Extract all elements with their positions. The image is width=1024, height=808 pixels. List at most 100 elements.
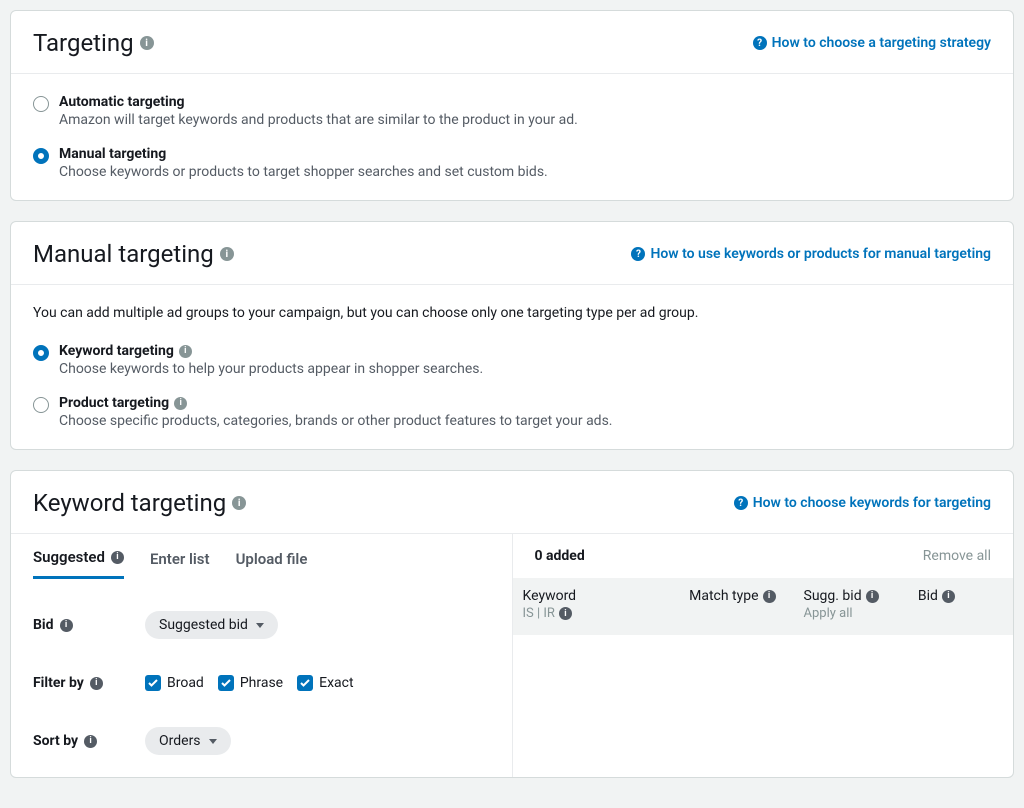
filter-broad-label: Broad: [167, 675, 204, 691]
targeting-title: Targeting i: [33, 29, 154, 57]
checkbox-checked[interactable]: [145, 675, 161, 691]
info-icon[interactable]: i: [179, 345, 192, 358]
col-bid: Bid i: [918, 588, 991, 621]
bid-select[interactable]: Suggested bid: [145, 611, 278, 639]
radio-unselected[interactable]: [33, 397, 49, 413]
keyword-option-desc: Choose keywords to help your products ap…: [59, 361, 991, 377]
keyword-help-link[interactable]: ? How to choose keywords for targeting: [734, 495, 991, 511]
product-targeting-option[interactable]: Product targeting i Choose specific prod…: [33, 395, 991, 429]
filter-phrase-checkbox[interactable]: Phrase: [218, 675, 283, 691]
help-icon: ?: [734, 496, 748, 510]
info-icon[interactable]: i: [90, 677, 103, 690]
tab-suggested[interactable]: Suggested i: [33, 548, 124, 579]
filter-exact-checkbox[interactable]: Exact: [297, 675, 353, 691]
manual-title: Manual targeting i: [33, 240, 234, 268]
manual-targeting-content: Manual targeting Choose keywords or prod…: [59, 146, 991, 180]
info-icon[interactable]: i: [140, 36, 154, 50]
product-option-label: Product targeting i: [59, 395, 991, 411]
bid-control: Suggested bid: [145, 611, 278, 639]
product-option-content: Product targeting i Choose specific prod…: [59, 395, 991, 429]
bid-label-text: Bid: [33, 617, 54, 633]
keyword-targeting-panel: Keyword targeting i ? How to choose keyw…: [10, 470, 1014, 778]
col-sugg: Sugg. bid i Apply all: [804, 588, 908, 621]
targeting-help-link[interactable]: ? How to choose a targeting strategy: [753, 35, 991, 51]
auto-targeting-label: Automatic targeting: [59, 94, 991, 110]
sort-select-value: Orders: [159, 733, 201, 749]
col-keyword-label: Keyword: [523, 588, 680, 604]
keyword-body: Suggested i Enter list Upload file Bid i…: [11, 533, 1013, 777]
sort-control: Orders: [145, 727, 231, 755]
targeting-body: Automatic targeting Amazon will target k…: [11, 74, 1013, 200]
added-table-head: Keyword IS | IR i Match type i Sugg. bid: [513, 578, 1014, 635]
product-option-label-text: Product targeting: [59, 395, 169, 411]
col-sugg-label: Sugg. bid i: [804, 588, 908, 604]
filter-label: Filter by i: [33, 675, 145, 691]
info-icon[interactable]: i: [111, 551, 124, 564]
col-bid-label-text: Bid: [918, 588, 938, 604]
keyword-right-pane: 0 added Remove all Keyword IS | IR i Mat…: [513, 534, 1014, 777]
radio-selected[interactable]: [33, 148, 49, 164]
sort-label-text: Sort by: [33, 733, 78, 749]
radio-unselected[interactable]: [33, 96, 49, 112]
filter-control: Broad Phrase Exact: [145, 675, 354, 691]
keyword-option-content: Keyword targeting i Choose keywords to h…: [59, 343, 991, 377]
filter-broad-checkbox[interactable]: Broad: [145, 675, 204, 691]
checkbox-checked[interactable]: [218, 675, 234, 691]
manual-title-text: Manual targeting: [33, 240, 214, 268]
remove-all-button[interactable]: Remove all: [923, 548, 991, 564]
keyword-tabs: Suggested i Enter list Upload file: [11, 534, 512, 579]
col-match-label-text: Match type: [689, 588, 758, 604]
help-icon: ?: [631, 247, 645, 261]
sort-label: Sort by i: [33, 733, 145, 749]
col-keyword: Keyword IS | IR i: [523, 588, 680, 621]
info-icon[interactable]: i: [763, 590, 776, 603]
keyword-help-text: How to choose keywords for targeting: [753, 495, 991, 511]
col-sugg-sub[interactable]: Apply all: [804, 606, 908, 621]
info-icon[interactable]: i: [84, 735, 97, 748]
radio-selected[interactable]: [33, 345, 49, 361]
auto-targeting-content: Automatic targeting Amazon will target k…: [59, 94, 991, 128]
manual-targeting-panel: Manual targeting i ? How to use keywords…: [10, 221, 1014, 450]
info-icon[interactable]: i: [559, 607, 572, 620]
keyword-header: Keyword targeting i ? How to choose keyw…: [11, 471, 1013, 533]
bid-row: Bid i Suggested bid: [11, 597, 512, 639]
chevron-down-icon: [209, 739, 217, 744]
help-icon: ?: [753, 36, 767, 50]
sort-row: Sort by i Orders: [11, 713, 512, 755]
info-icon[interactable]: i: [60, 619, 73, 632]
sort-select[interactable]: Orders: [145, 727, 231, 755]
filter-row: Filter by i Broad Phrase: [11, 661, 512, 691]
targeting-header: Targeting i ? How to choose a targeting …: [11, 11, 1013, 74]
bid-label: Bid i: [33, 617, 145, 633]
tab-suggested-label: Suggested: [33, 548, 105, 566]
checkbox-checked[interactable]: [297, 675, 313, 691]
manual-targeting-label: Manual targeting: [59, 146, 991, 162]
col-keyword-sub-text: IS | IR: [523, 606, 555, 621]
info-icon[interactable]: i: [942, 590, 955, 603]
targeting-title-text: Targeting: [33, 29, 134, 57]
manual-targeting-desc: Choose keywords or products to target sh…: [59, 164, 991, 180]
targeting-panel: Targeting i ? How to choose a targeting …: [10, 10, 1014, 201]
keyword-title-text: Keyword targeting: [33, 489, 226, 517]
manual-header: Manual targeting i ? How to use keywords…: [11, 222, 1013, 285]
added-header: 0 added Remove all: [513, 534, 1014, 578]
manual-help-link[interactable]: ? How to use keywords or products for ma…: [631, 246, 991, 262]
col-keyword-sub: IS | IR i: [523, 606, 680, 621]
tab-upload-file[interactable]: Upload file: [236, 550, 308, 578]
col-match: Match type i: [689, 588, 793, 621]
filter-label-text: Filter by: [33, 675, 84, 691]
product-option-desc: Choose specific products, categories, br…: [59, 413, 991, 429]
auto-targeting-option[interactable]: Automatic targeting Amazon will target k…: [33, 94, 991, 128]
added-count: 0 added: [535, 548, 585, 564]
info-icon[interactable]: i: [866, 590, 879, 603]
manual-targeting-option[interactable]: Manual targeting Choose keywords or prod…: [33, 146, 991, 180]
col-sugg-label-text: Sugg. bid: [804, 588, 862, 604]
filter-exact-label: Exact: [319, 675, 353, 691]
tab-enter-list[interactable]: Enter list: [150, 550, 210, 578]
info-icon[interactable]: i: [174, 397, 187, 410]
info-icon[interactable]: i: [232, 496, 246, 510]
manual-intro: You can add multiple ad groups to your c…: [33, 305, 991, 321]
manual-body: You can add multiple ad groups to your c…: [11, 285, 1013, 449]
info-icon[interactable]: i: [220, 247, 234, 261]
keyword-targeting-option[interactable]: Keyword targeting i Choose keywords to h…: [33, 343, 991, 377]
